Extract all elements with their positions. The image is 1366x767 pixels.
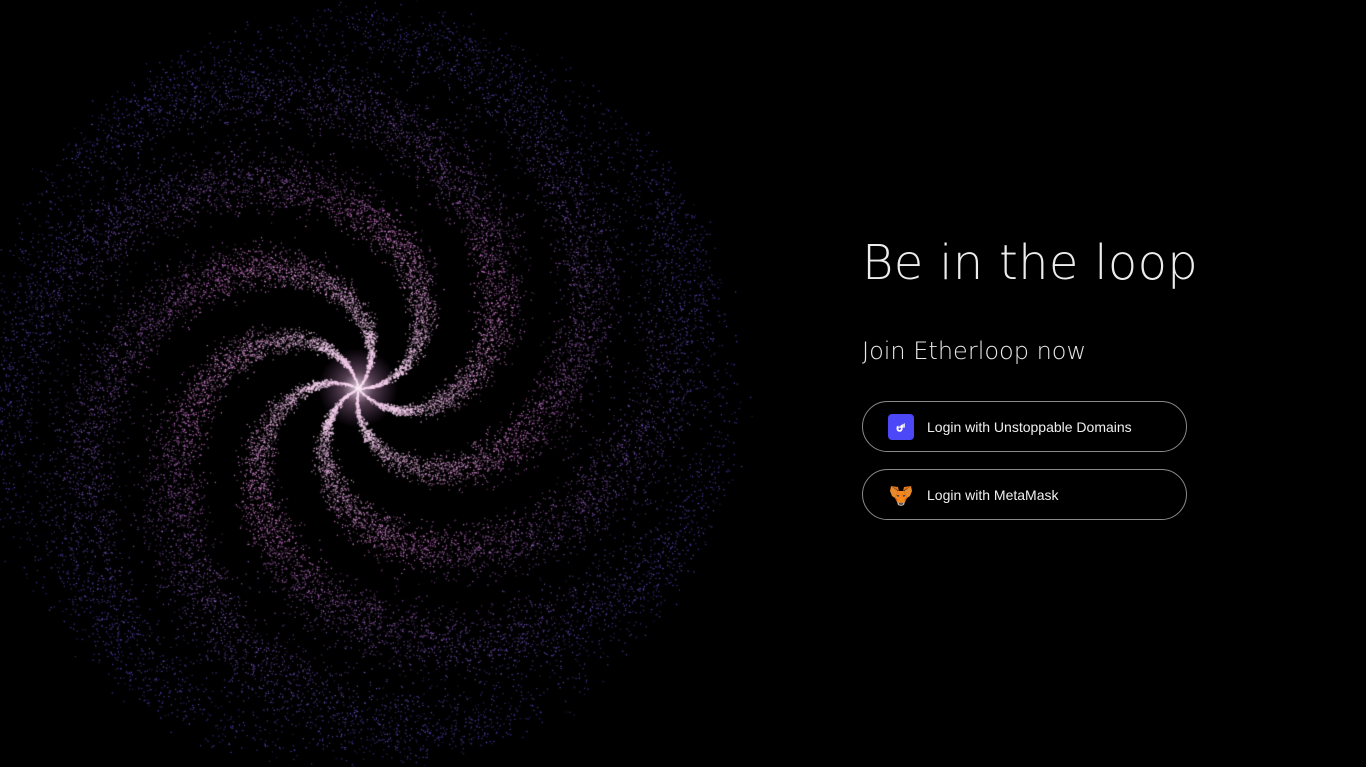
metamask-fox-icon (888, 482, 914, 508)
page-subheadline: Join Etherloop now (862, 337, 1087, 365)
login-metamask-button[interactable]: Login with MetaMask (862, 469, 1187, 520)
page-headline: Be in the loop (862, 235, 1199, 291)
unstoppable-domains-icon (888, 413, 914, 440)
login-unstoppable-domains-button[interactable]: Login with Unstoppable Domains (862, 401, 1187, 452)
login-panel: Be in the loop Join Etherloop now Login … (862, 232, 1199, 520)
login-page: Be in the loop Join Etherloop now Login … (0, 0, 1366, 767)
spiral-galaxy-animation (0, 0, 760, 767)
login-unstoppable-domains-label: Login with Unstoppable Domains (927, 418, 1132, 435)
login-metamask-label: Login with MetaMask (927, 486, 1059, 503)
